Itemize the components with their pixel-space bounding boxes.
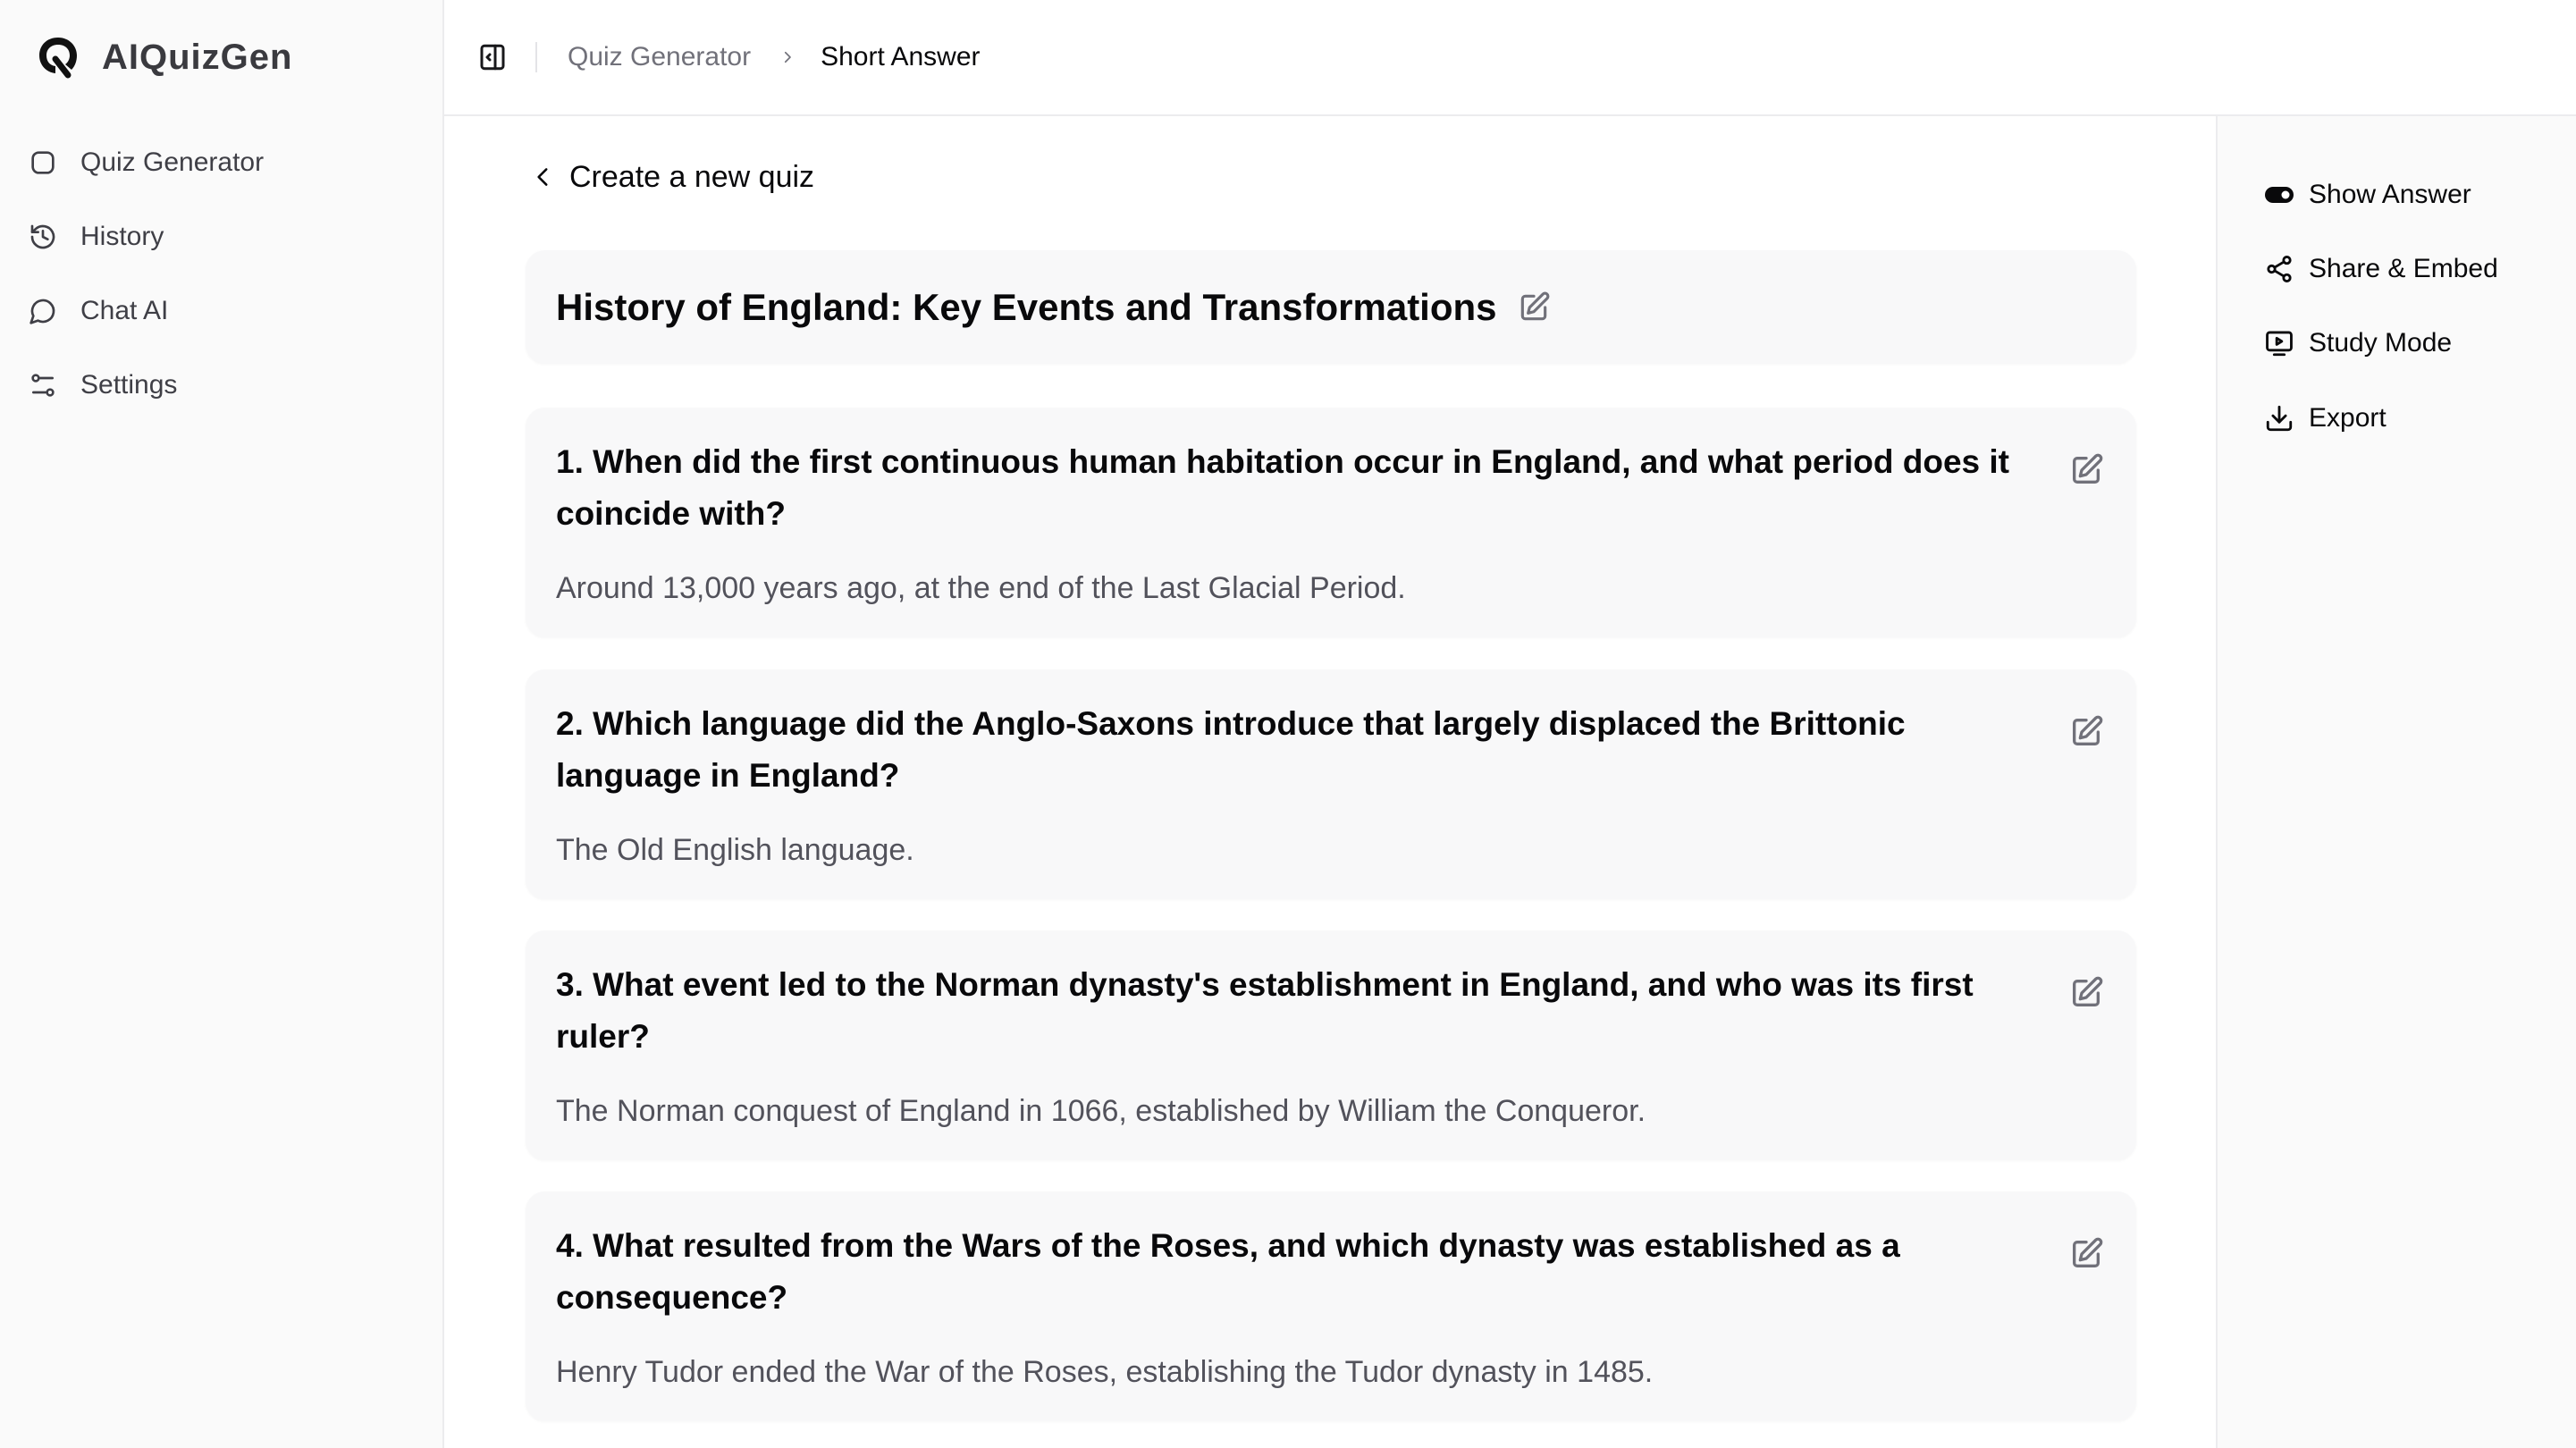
sidebar-item-chat-ai[interactable]: Chat AI — [14, 282, 425, 340]
question-text: 2. Which language did the Anglo-Saxons i… — [556, 705, 1906, 794]
show-answer-toggle[interactable]: Show Answer — [2264, 170, 2471, 220]
create-new-quiz-link[interactable]: Create a new quiz — [532, 157, 814, 197]
edit-question-icon[interactable] — [2068, 1236, 2104, 1272]
question-card: 3. What event led to the Norman dynasty'… — [526, 930, 2136, 1160]
sliders-icon — [29, 371, 57, 400]
sidebar-item-label: Chat AI — [80, 296, 169, 325]
share-embed-label: Share & Embed — [2309, 254, 2498, 283]
answer-text: The Norman conquest of England in 1066, … — [556, 1094, 1646, 1128]
share-embed-button[interactable]: Share & Embed — [2264, 244, 2498, 294]
quiz-title: History of England: Key Events and Trans… — [556, 285, 1497, 328]
square-icon — [29, 148, 57, 177]
brand-name: AIQuizGen — [102, 37, 293, 77]
sidebar-item-history[interactable]: History — [14, 208, 425, 265]
edit-question-icon[interactable] — [2068, 452, 2104, 488]
answer-text: The Old English language. — [556, 833, 914, 867]
sidebar-item-quiz-generator[interactable]: Quiz Generator — [14, 134, 425, 191]
sidebar-item-label: Settings — [80, 370, 178, 400]
study-mode-button[interactable]: Study Mode — [2264, 318, 2452, 368]
edit-question-icon[interactable] — [2068, 714, 2104, 750]
question-card: 4. What resulted from the Wars of the Ro… — [526, 1191, 2136, 1421]
answer-text: Henry Tudor ended the War of the Roses, … — [556, 1355, 1654, 1389]
chat-bubble-icon — [29, 297, 57, 325]
question-card: 1. When did the first continuous human h… — [526, 408, 2136, 637]
top-header: Quiz Generator Short Answer — [444, 0, 2576, 116]
sidebar-item-label: History — [80, 222, 164, 251]
answer-text: Around 13,000 years ago, at the end of t… — [556, 571, 1406, 605]
toggle-on-icon — [2264, 180, 2294, 210]
edit-title-icon[interactable] — [1517, 290, 1551, 324]
download-icon — [2264, 403, 2294, 434]
study-mode-label: Study Mode — [2309, 328, 2453, 358]
question-card: 2. Which language did the Anglo-Saxons i… — [526, 669, 2136, 899]
breadcrumb-current: Short Answer — [821, 42, 981, 72]
breadcrumb-quiz-generator[interactable]: Quiz Generator — [568, 42, 751, 72]
question-text: 3. What event led to the Norman dynasty'… — [556, 966, 1974, 1055]
breadcrumb: Quiz Generator Short Answer — [568, 38, 981, 77]
export-button[interactable]: Export — [2264, 393, 2387, 443]
header-divider — [535, 42, 537, 72]
q-logo-icon — [36, 34, 80, 80]
chevron-right-icon — [779, 49, 796, 65]
monitor-play-icon — [2264, 328, 2294, 358]
quiz-title-card: History of England: Key Events and Trans… — [526, 250, 2136, 364]
history-icon — [29, 223, 57, 251]
sidebar-collapse-icon[interactable] — [476, 41, 509, 73]
show-answer-label: Show Answer — [2309, 180, 2471, 209]
sidebar: AIQuizGen Quiz Generator History Chat AI… — [0, 0, 444, 1448]
sidebar-item-settings[interactable]: Settings — [14, 357, 425, 414]
brand[interactable]: AIQuizGen — [36, 34, 292, 80]
sidebar-item-label: Quiz Generator — [80, 147, 265, 177]
share-icon — [2264, 254, 2294, 284]
actions-panel: Show Answer Share & Embed Study Mode Exp… — [2216, 116, 2576, 1448]
question-text: 4. What resulted from the Wars of the Ro… — [556, 1227, 1900, 1316]
create-new-quiz-label: Create a new quiz — [569, 159, 815, 194]
export-label: Export — [2309, 403, 2387, 433]
chevron-left-icon — [532, 164, 555, 190]
main-content: Create a new quiz History of England: Ke… — [444, 116, 2216, 1448]
question-text: 1. When did the first continuous human h… — [556, 443, 2009, 532]
edit-question-icon[interactable] — [2068, 975, 2104, 1011]
